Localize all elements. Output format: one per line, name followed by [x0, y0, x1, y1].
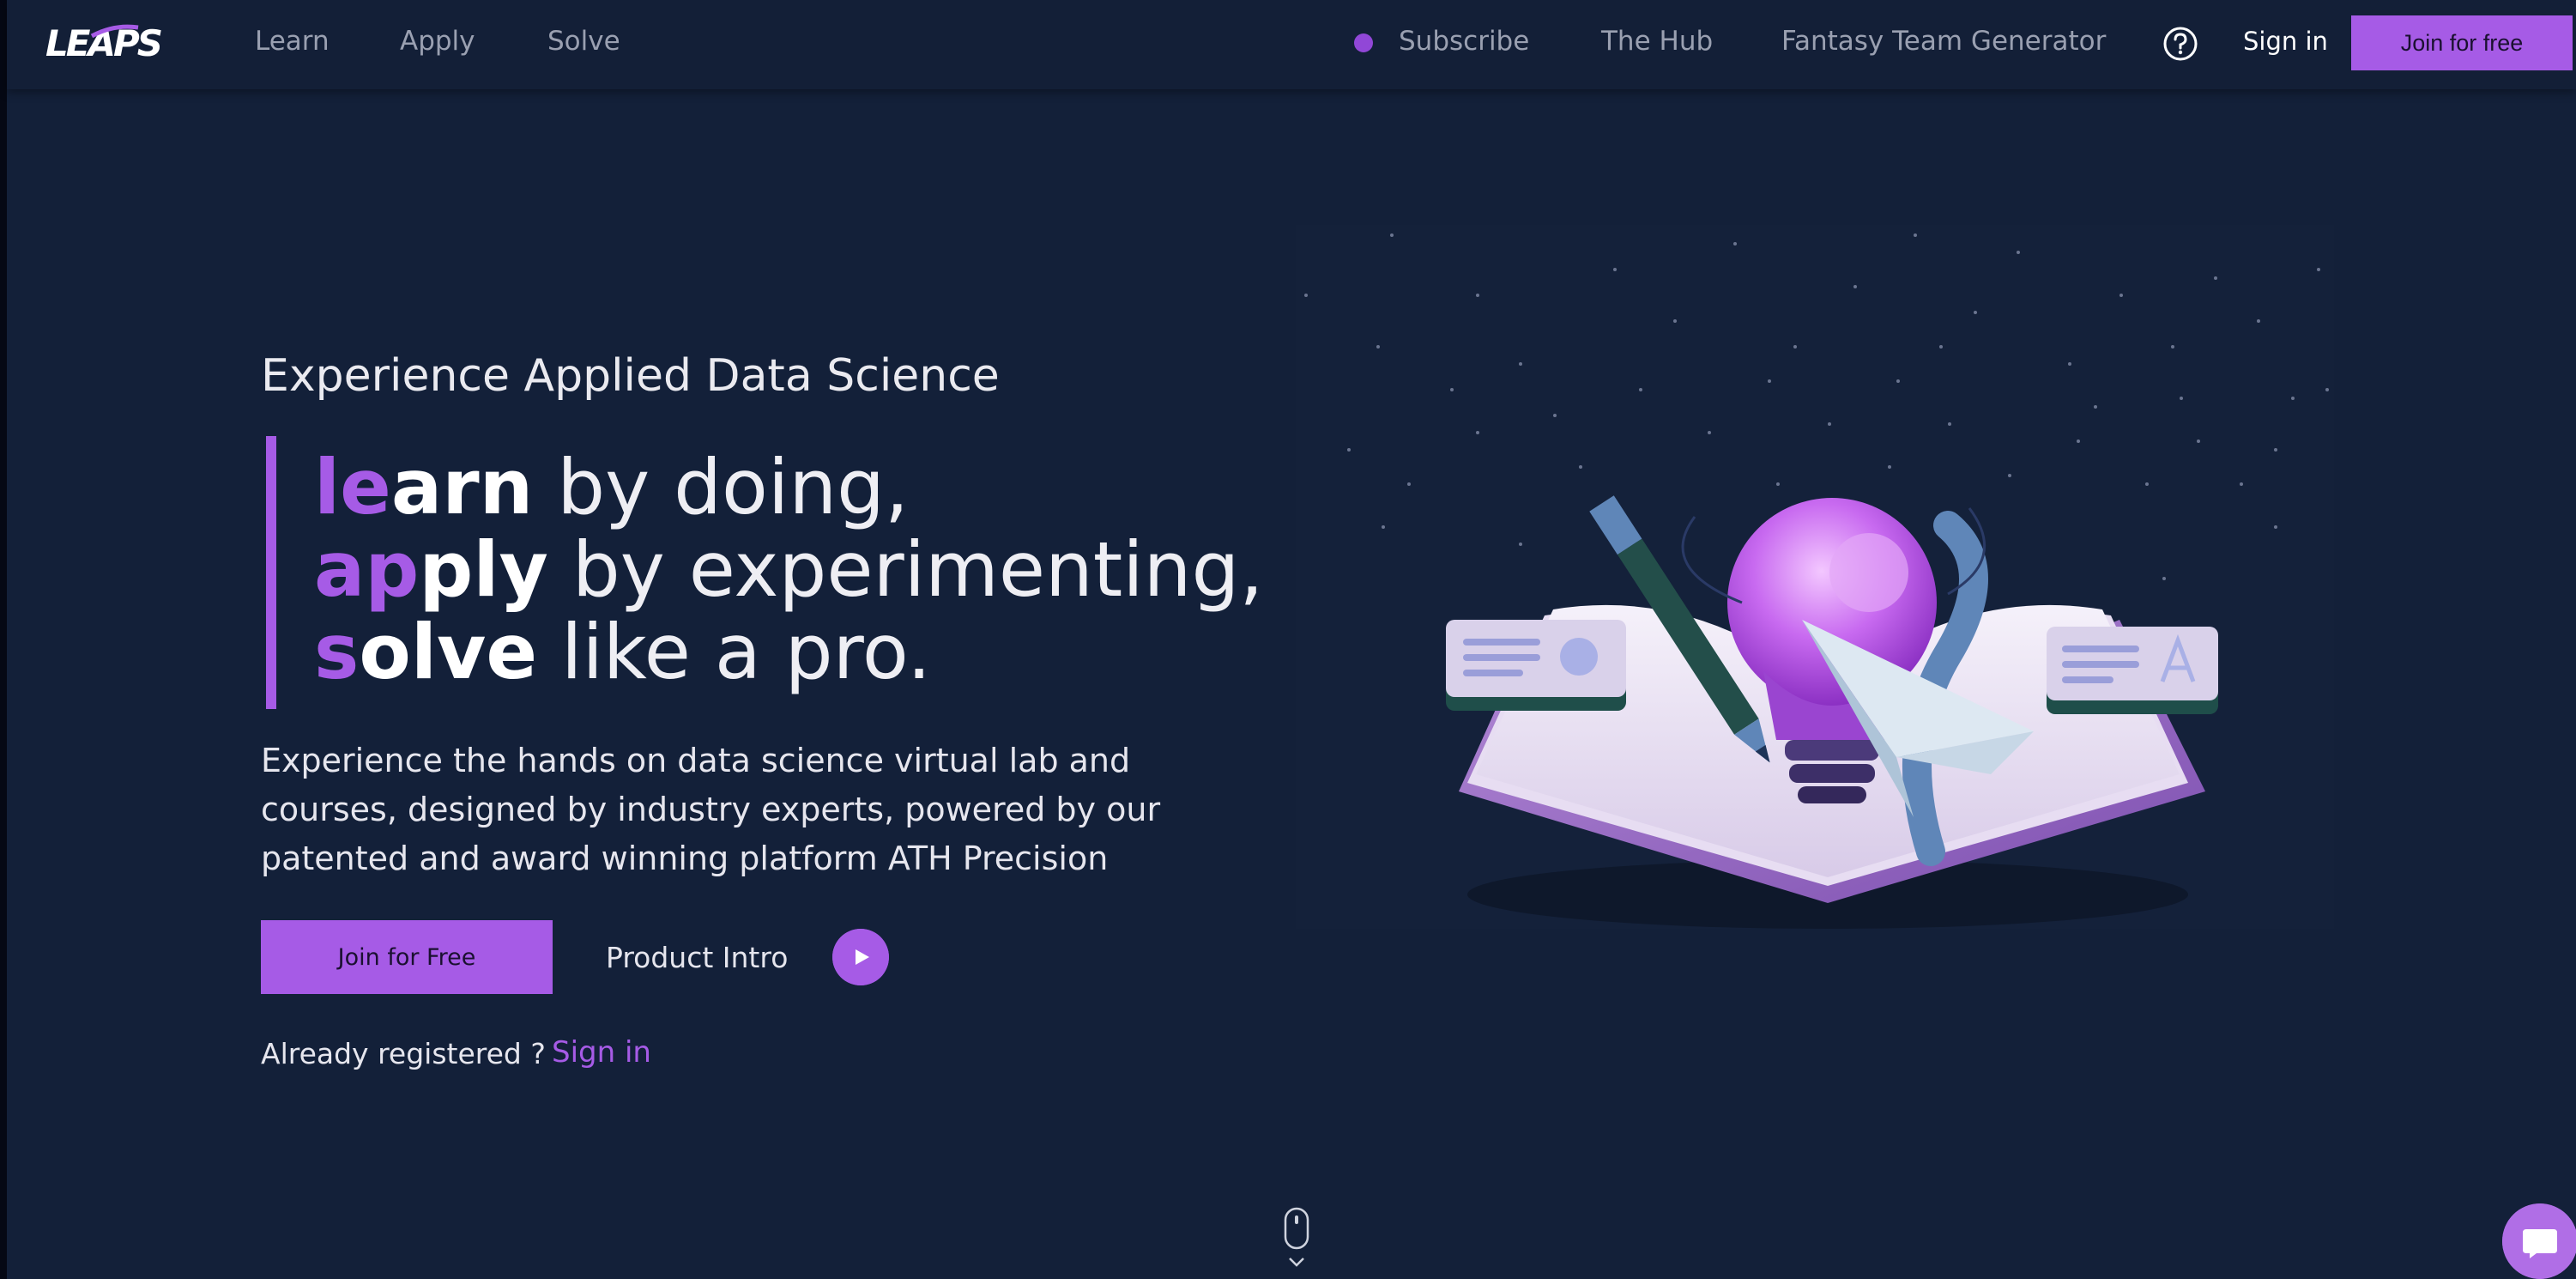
- product-intro-link[interactable]: Product Intro: [606, 941, 788, 974]
- hero-description: Experience the hands on data science vir…: [261, 742, 1161, 877]
- play-icon[interactable]: [832, 929, 889, 985]
- nav-apply[interactable]: Apply: [400, 26, 475, 57]
- headline-accent-bar: [266, 436, 276, 709]
- chevron-down-icon[interactable]: [1287, 1255, 1306, 1269]
- headline-line-apply: apply by experimenting,: [314, 525, 1264, 614]
- subscribe-dot-icon: [1354, 33, 1373, 52]
- already-registered-text: Already registered ?: [261, 1037, 546, 1070]
- nav-sign-in[interactable]: Sign in: [2243, 27, 2328, 56]
- left-text-card: [1446, 620, 1626, 711]
- nav-learn[interactable]: Learn: [255, 26, 330, 57]
- help-icon[interactable]: [2162, 26, 2198, 62]
- logo-swoosh-icon: [90, 24, 139, 38]
- hero-illustration: [1296, 225, 2334, 929]
- hero-kicker: Experience Applied Data Science: [261, 350, 1000, 402]
- leaps-logo[interactable]: LEAPS: [45, 19, 174, 67]
- nav-subscribe[interactable]: Subscribe: [1399, 26, 1529, 57]
- hero-sign-in-link[interactable]: Sign in: [552, 1035, 651, 1070]
- top-navbar: LEAPS Learn Apply Solve Subscribe The Hu…: [7, 0, 2576, 89]
- nav-the-hub[interactable]: The Hub: [1601, 26, 1713, 57]
- right-text-card: [2047, 627, 2218, 714]
- headline-line-learn: learn by doing,: [314, 443, 909, 531]
- scroll-mouse-icon: [1284, 1207, 1309, 1250]
- hero-headline: learn by doing, apply by experimenting, …: [314, 446, 1263, 694]
- chat-icon[interactable]: [2502, 1203, 2576, 1279]
- nav-solve[interactable]: Solve: [547, 26, 620, 57]
- headline-line-solve: solve like a pro.: [314, 608, 932, 696]
- join-for-free-button[interactable]: Join for free: [2351, 15, 2573, 70]
- join-for-free-cta[interactable]: Join for Free: [261, 920, 553, 994]
- nav-fantasy-team-generator[interactable]: Fantasy Team Generator: [1781, 26, 2106, 57]
